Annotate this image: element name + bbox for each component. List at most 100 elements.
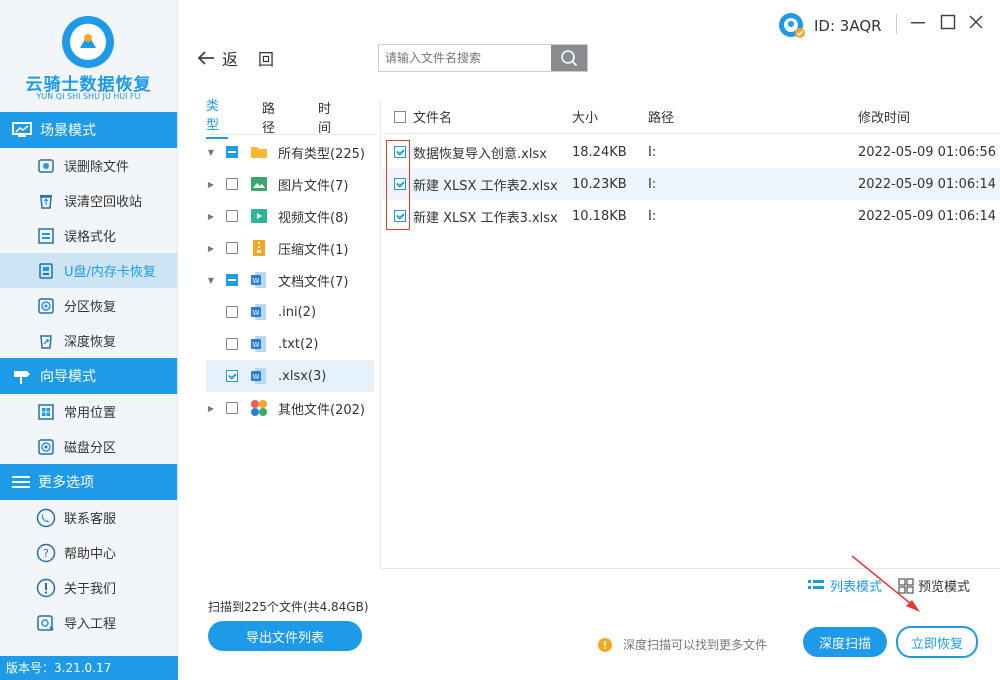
tree-checkbox[interactable]: [226, 210, 238, 222]
export-list-button[interactable]: 导出文件列表: [208, 621, 362, 651]
svg-text:W: W: [253, 373, 260, 381]
sidebar-item-label: 误清空回收站: [64, 195, 143, 210]
sidebar-item-label: 帮助中心: [64, 547, 117, 562]
sidebar-item-about[interactable]: 关于我们: [0, 570, 177, 605]
deep-recovery-icon: [36, 331, 56, 351]
tree-checkbox[interactable]: [226, 402, 238, 414]
document-file-icon: W: [251, 272, 266, 288]
chevron-right-icon[interactable]: ▶: [206, 244, 216, 253]
tree-checkbox[interactable]: [226, 306, 238, 318]
back-label-2: 回: [258, 50, 275, 69]
tree-row-label: 视频文件(8): [278, 210, 349, 226]
tree-row-label: 所有类型(225): [278, 146, 365, 162]
sidebar-item-usb-card[interactable]: U盘/内存卡恢复: [0, 253, 177, 288]
file-modified: 2022-05-09 01:06:56: [858, 144, 997, 160]
disk-icon: [36, 437, 56, 457]
tree-row-ini[interactable]: W .ini(2): [206, 296, 374, 328]
user-avatar-icon: [779, 13, 805, 38]
list-view-icon: [808, 579, 824, 589]
back-button[interactable]: 返 回: [196, 46, 274, 70]
sidebar-item-disk-partition[interactable]: 磁盘分区: [0, 429, 177, 464]
chevron-down-icon[interactable]: ▼: [206, 148, 216, 157]
tree-checkbox[interactable]: [226, 338, 238, 350]
search-button[interactable]: [551, 45, 587, 71]
section-scene-mode: 场景模式: [0, 112, 177, 148]
menu-icon: [12, 476, 30, 488]
logo: 云骑士数据恢复 YUN QI SHI SHU JU HUI FU: [0, 0, 177, 112]
document-file-icon: W: [251, 304, 266, 320]
partition-icon: [36, 296, 56, 316]
sidebar-item-label: 误删除文件: [64, 160, 130, 175]
sidebar-item-delete-file[interactable]: 误删除文件: [0, 148, 177, 183]
chevron-down-icon[interactable]: ▼: [206, 276, 216, 285]
phone-icon: [36, 508, 56, 528]
close-icon[interactable]: [968, 14, 984, 35]
table-row[interactable]: 数据恢复导入创意.xlsx 18.24KB I: 2022-05-09 01:0…: [382, 136, 1000, 168]
tree-checkbox[interactable]: [226, 370, 238, 382]
sidebar-item-format[interactable]: 误格式化: [0, 218, 177, 253]
svg-text:W: W: [253, 309, 260, 317]
sidebar-item-help[interactable]: ? 帮助中心: [0, 535, 177, 570]
svg-text:W: W: [253, 341, 260, 349]
chevron-right-icon[interactable]: ▶: [206, 404, 216, 413]
tree-tabs: 类型 路径 时间: [206, 98, 374, 139]
tab-path[interactable]: 路径: [262, 98, 284, 136]
recover-now-button[interactable]: 立即恢复: [896, 626, 978, 658]
video-file-icon: [251, 209, 267, 223]
tree-row-archives[interactable]: ▶ 压缩文件(1): [206, 232, 374, 264]
sidebar-item-recycle-bin[interactable]: 误清空回收站: [0, 183, 177, 218]
table-row[interactable]: 新建 XLSX 工作表2.xlsx 10.23KB I: 2022-05-09 …: [382, 168, 1000, 200]
tree-row-txt[interactable]: W .txt(2): [206, 328, 374, 360]
tree-checkbox[interactable]: [226, 274, 238, 286]
other-files-icon: [251, 400, 267, 416]
chevron-right-icon[interactable]: ▶: [206, 212, 216, 221]
document-file-icon: W: [251, 336, 266, 352]
tree-row-others[interactable]: ▶ 其他文件(202): [206, 392, 374, 424]
user-id[interactable]: ID: 3AQR: [778, 12, 882, 40]
tree-row-label: 其他文件(202): [278, 402, 365, 418]
sidebar-item-label: U盘/内存卡恢复: [64, 265, 156, 280]
file-size: 10.23KB: [572, 176, 627, 192]
windows-icon: [36, 402, 56, 422]
column-size[interactable]: 大小: [572, 100, 598, 133]
sidebar-item-partition[interactable]: 分区恢复: [0, 288, 177, 323]
tree-checkbox[interactable]: [226, 146, 238, 158]
sidebar-item-import[interactable]: 导入工程: [0, 605, 177, 640]
tree-checkbox[interactable]: [226, 178, 238, 190]
back-label: 返: [222, 50, 239, 69]
search-input[interactable]: [379, 45, 551, 71]
tree-row-all[interactable]: ▼ 所有类型(225): [206, 136, 374, 168]
user-id-label: ID: 3AQR: [814, 17, 882, 35]
tree-row-videos[interactable]: ▶ 视频文件(8): [206, 200, 374, 232]
tab-type[interactable]: 类型: [206, 95, 228, 139]
section-more-options: 更多选项: [0, 464, 177, 500]
sidebar-item-label: 联系客服: [64, 512, 117, 527]
panel-divider: [380, 100, 381, 570]
sidebar-item-deep-recovery[interactable]: 深度恢复: [0, 323, 177, 358]
tree-row-documents[interactable]: ▼ W 文档文件(7): [206, 264, 374, 296]
logo-icon: [62, 16, 114, 68]
document-file-icon: W: [251, 368, 266, 384]
sidebar-item-common-location[interactable]: 常用位置: [0, 394, 177, 429]
tree-row-images[interactable]: ▶ 图片文件(7): [206, 168, 374, 200]
minimize-icon[interactable]: [910, 14, 926, 35]
maximize-icon[interactable]: [940, 14, 956, 35]
column-modified[interactable]: 修改时间: [858, 100, 910, 133]
deep-scan-button[interactable]: 深度扫描: [803, 627, 887, 657]
sidebar-item-contact[interactable]: 联系客服: [0, 500, 177, 535]
tab-time[interactable]: 时间: [318, 98, 340, 136]
tree-row-xlsx[interactable]: W .xlsx(3): [206, 360, 374, 392]
tree-checkbox[interactable]: [226, 242, 238, 254]
section-label: 场景模式: [40, 123, 96, 139]
column-path[interactable]: 路径: [648, 100, 674, 133]
brand-subtitle: YUN QI SHI SHU JU HUI FU: [36, 92, 141, 101]
sidebar-item-label: 关于我们: [64, 582, 117, 597]
column-name[interactable]: 文件名: [413, 100, 452, 133]
file-path: I:: [648, 144, 657, 160]
svg-text:?: ?: [43, 547, 49, 560]
table-row[interactable]: 新建 XLSX 工作表3.xlsx 10.18KB I: 2022-05-09 …: [382, 200, 1000, 232]
chevron-right-icon[interactable]: ▶: [206, 180, 216, 189]
select-all-checkbox[interactable]: [394, 110, 406, 123]
file-modified: 2022-05-09 01:06:14: [858, 208, 997, 224]
delete-file-icon: [36, 156, 56, 176]
